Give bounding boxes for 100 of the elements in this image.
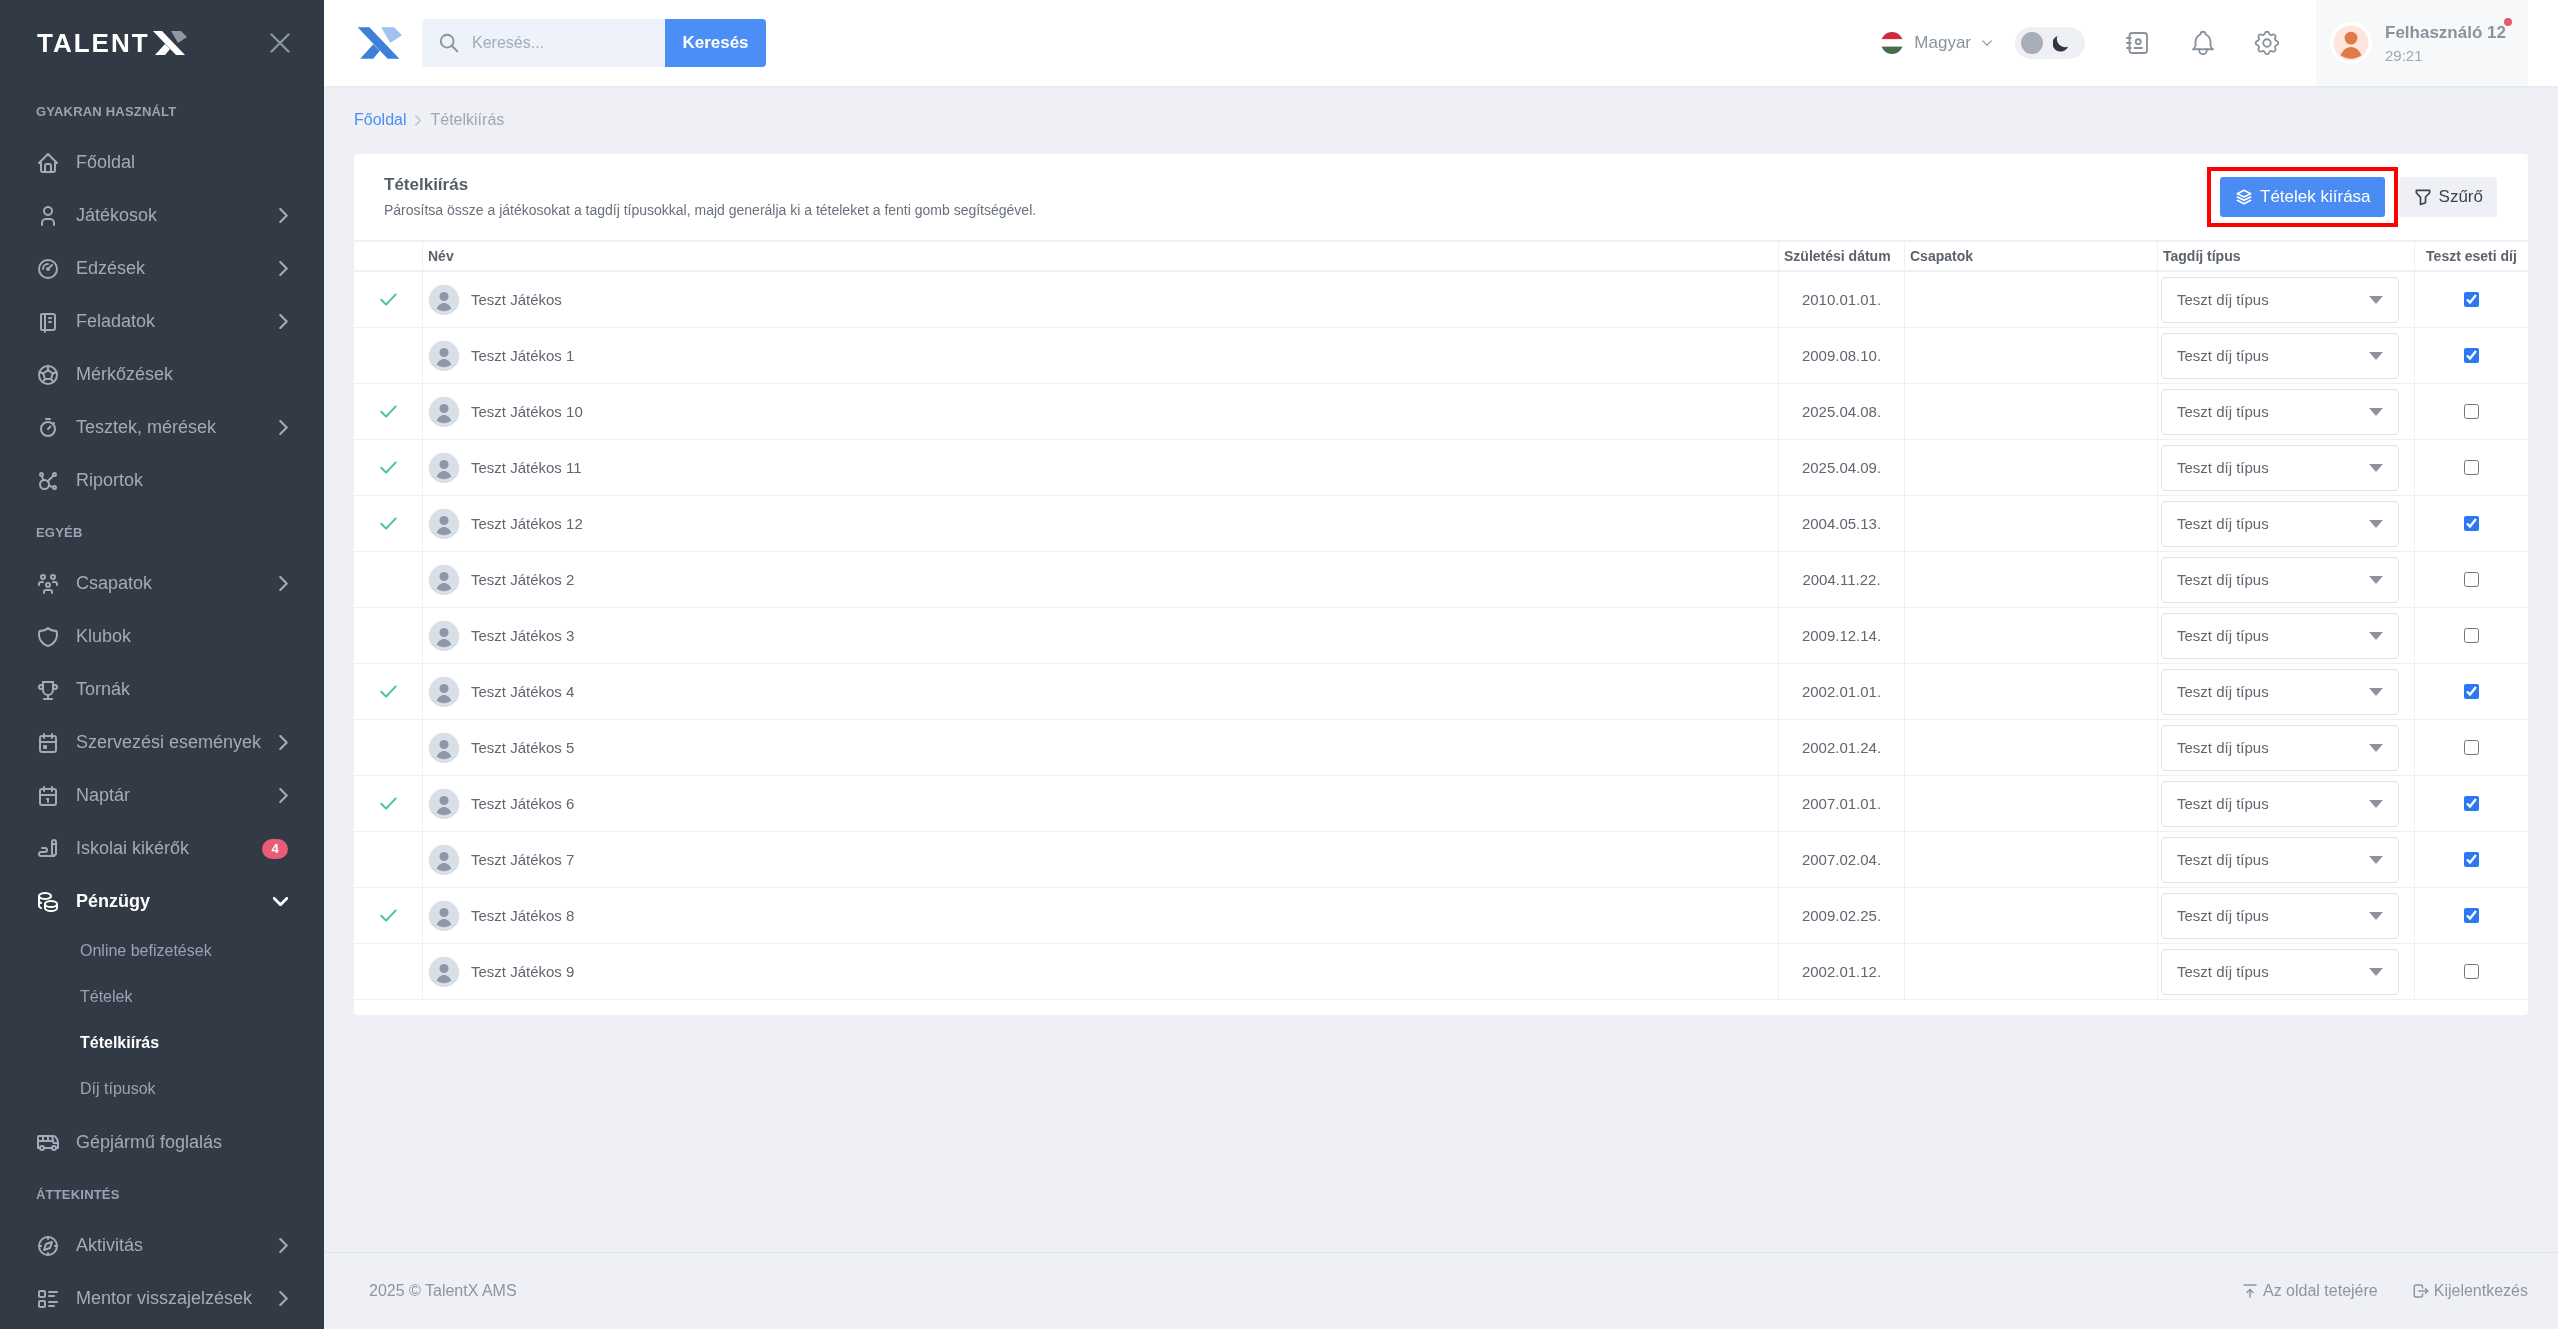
column-header: Tagdíj típus (2163, 248, 2241, 264)
checkbox[interactable] (2464, 684, 2479, 699)
fee-type-select[interactable]: Teszt díj típus (2161, 668, 2399, 715)
breadcrumb-link[interactable]: Főoldal (354, 111, 407, 129)
compass-icon (36, 1233, 60, 1258)
sidebar-item[interactable]: Naptár (0, 769, 324, 822)
player-name: Teszt Játékos 2 (471, 571, 575, 588)
sidebar-item[interactable]: Szervezési események (0, 716, 324, 769)
column-header: Születési dátum (1784, 248, 1891, 264)
submenu-item[interactable]: Tételkiírás (0, 1020, 324, 1066)
sidebar-item[interactable]: Riportok (0, 454, 324, 507)
avatar-icon (429, 396, 459, 427)
checkbox[interactable] (2464, 292, 2479, 307)
birth-date: 2009.08.10. (1801, 347, 1882, 364)
submenu-item[interactable]: Díj típusok (0, 1066, 324, 1112)
sidebar-item[interactable]: Mérkőzések (0, 348, 324, 401)
close-icon[interactable] (270, 33, 290, 53)
search-button[interactable]: Keresés (665, 19, 766, 67)
football-icon (36, 362, 60, 387)
player-name: Teszt Játékos (471, 291, 562, 308)
caret-down-icon (2369, 519, 2383, 528)
checkbox[interactable] (2464, 908, 2479, 923)
player-name: Teszt Játékos 1 (471, 347, 575, 364)
caret-down-icon (2369, 967, 2383, 976)
sidebar-item[interactable]: Iskolai kikérők 4 (0, 822, 324, 875)
settings-icon[interactable] (2252, 28, 2282, 58)
language-select[interactable]: Magyar (1881, 32, 1992, 54)
birth-date: 2007.01.01. (1801, 795, 1882, 812)
footer-link[interactable]: Az oldal tetejére (2241, 1282, 2378, 1300)
player-name: Teszt Játékos 7 (471, 851, 575, 868)
filter-button[interactable]: Szűrő (2398, 177, 2497, 217)
fee-type-select[interactable]: Teszt díj típus (2161, 276, 2399, 323)
logout-icon (2411, 1282, 2430, 1300)
birth-date: 2010.01.01. (1801, 291, 1882, 308)
player-name: Teszt Játékos 10 (471, 403, 583, 420)
caret-down-icon (2369, 855, 2383, 864)
fee-type-select[interactable]: Teszt díj típus (2161, 892, 2399, 939)
fee-type-select[interactable]: Teszt díj típus (2161, 836, 2399, 883)
sidebar-item[interactable]: Főoldal (0, 136, 324, 189)
fee-type-select[interactable]: Teszt díj típus (2161, 780, 2399, 827)
caret-down-icon (2369, 295, 2383, 304)
search-field[interactable]: Keresés... (422, 19, 665, 67)
section-heading: EGYÉB (36, 524, 83, 540)
sidebar-item[interactable]: Mentor visszajelzések (0, 1272, 324, 1325)
sidebar-item[interactable]: Gépjármű foglalás (0, 1116, 324, 1169)
theme-toggle[interactable] (2015, 27, 2085, 59)
shield-icon (36, 624, 60, 649)
logo-mark-icon[interactable] (355, 27, 402, 59)
chevron-down-icon (1982, 40, 1992, 46)
logo-text: TALENT (37, 30, 150, 56)
generate-button[interactable]: Tételek kiírása (2220, 177, 2385, 217)
checkbox[interactable] (2464, 348, 2479, 363)
fee-type-select[interactable]: Teszt díj típus (2161, 444, 2399, 491)
checkbox[interactable] (2464, 796, 2479, 811)
gauge-icon (36, 256, 60, 281)
avatar-icon (429, 956, 459, 987)
sidebar-item[interactable]: Tornák (0, 663, 324, 716)
chevron-right-icon (415, 114, 422, 126)
player-name: Teszt Játékos 3 (471, 627, 575, 644)
sidebar-item[interactable]: Csapatok (0, 557, 324, 610)
fee-type-select[interactable]: Teszt díj típus (2161, 388, 2399, 435)
sidebar-item[interactable]: Edzések (0, 242, 324, 295)
sidebar-item[interactable]: Pénzügy (0, 875, 324, 928)
player-name: Teszt Játékos 9 (471, 963, 575, 980)
birth-date: 2004.11.22. (1802, 571, 1881, 588)
section-heading: GYAKRAN HASZNÁLT (36, 103, 177, 119)
footer-link[interactable]: Kijelentkezés (2411, 1282, 2528, 1300)
calendar-icon (36, 730, 60, 755)
avatar-icon (429, 564, 459, 595)
sidebar-item[interactable]: Játékosok (0, 189, 324, 242)
fee-type-select[interactable]: Teszt díj típus (2161, 500, 2399, 547)
user-panel[interactable]: Felhasználó 12 29:21 (2316, 0, 2528, 86)
fee-type-select[interactable]: Teszt díj típus (2161, 332, 2399, 379)
birth-date: 2004.05.13. (1801, 515, 1882, 532)
sidebar-item[interactable]: Tesztek, mérések (0, 401, 324, 454)
checkbox[interactable] (2464, 628, 2479, 643)
search-icon (438, 32, 460, 54)
submenu-item[interactable]: Online befizetések (0, 928, 324, 974)
sidebar-item[interactable]: Klubok (0, 610, 324, 663)
checkbox[interactable] (2464, 404, 2479, 419)
checkbox[interactable] (2464, 740, 2479, 755)
checkbox[interactable] (2464, 852, 2479, 867)
birth-date: 2002.01.01. (1801, 683, 1882, 700)
submenu-item[interactable]: Tételek (0, 974, 324, 1020)
checkbox[interactable] (2464, 460, 2479, 475)
flag-icon (1881, 32, 1904, 54)
player-name: Teszt Játékos 8 (471, 907, 575, 924)
fee-type-select[interactable]: Teszt díj típus (2161, 612, 2399, 659)
sidebar-item[interactable]: Aktivitás (0, 1219, 324, 1272)
birth-date: 2002.01.12. (1801, 963, 1882, 980)
avatar-icon (429, 620, 459, 651)
checkbox[interactable] (2464, 964, 2479, 979)
avatar-icon (429, 900, 459, 931)
fee-type-select[interactable]: Teszt díj típus (2161, 556, 2399, 603)
sidebar-item[interactable]: Feladatok (0, 295, 324, 348)
player-name: Teszt Játékos 11 (471, 459, 582, 476)
checkbox[interactable] (2464, 516, 2479, 531)
checkbox[interactable] (2464, 572, 2479, 587)
fee-type-select[interactable]: Teszt díj típus (2161, 724, 2399, 771)
fee-type-select[interactable]: Teszt díj típus (2161, 948, 2399, 995)
